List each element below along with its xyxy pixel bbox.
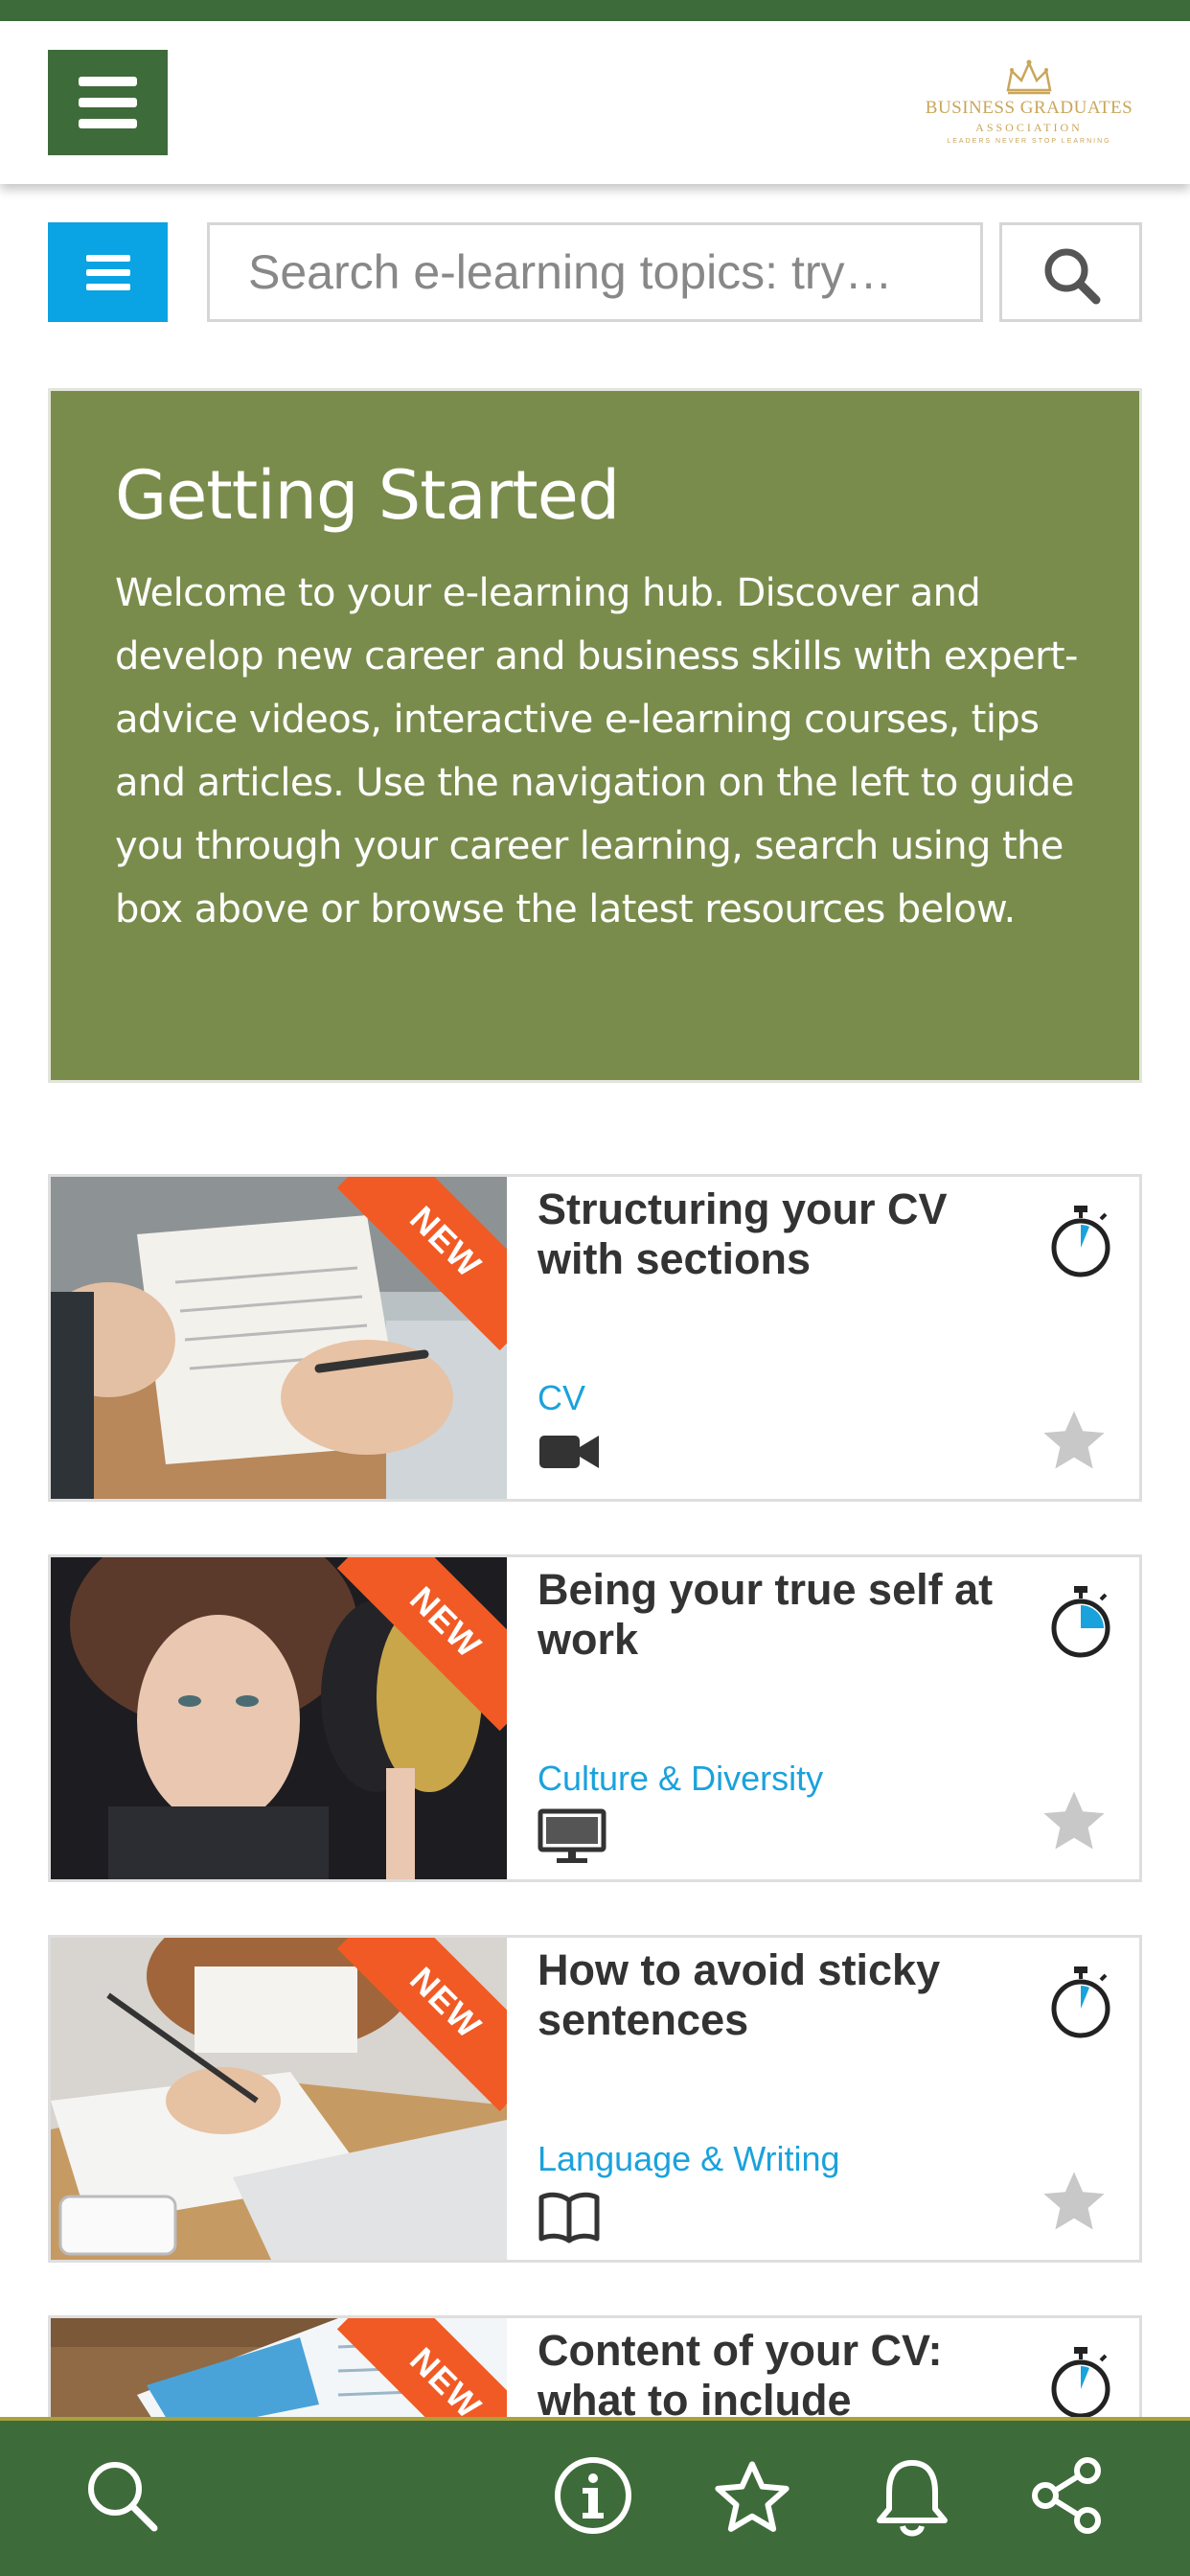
- app-header: BUSINESS GRADUATES ASSOCIATION LEADERS N…: [0, 21, 1190, 184]
- card-thumbnail: NEW: [51, 1177, 507, 1499]
- status-strip: [0, 0, 1190, 21]
- crown-icon: [1006, 59, 1052, 95]
- hero-title: Getting Started: [115, 456, 620, 535]
- card-thumbnail: NEW: [51, 1938, 507, 2260]
- share-icon[interactable]: [1028, 2455, 1109, 2536]
- timer-icon: [1051, 1586, 1110, 1658]
- main-menu-button[interactable]: [48, 50, 168, 155]
- search-icon[interactable]: [81, 2455, 162, 2536]
- resource-card[interactable]: NEW Structuring your CV with sections CV: [48, 1174, 1142, 1502]
- resource-card[interactable]: NEW How to avoid sticky sentences Langua…: [48, 1935, 1142, 2263]
- card-thumbnail: NEW: [51, 1557, 507, 1879]
- favorite-star-icon[interactable]: [1038, 1785, 1110, 1858]
- search-button[interactable]: [999, 222, 1142, 322]
- card-title[interactable]: Being your true self at work: [538, 1565, 1036, 1665]
- logo-text: BUSINESS GRADUATES: [925, 98, 1133, 118]
- getting-started-panel: Getting Started Welcome to your e-learni…: [48, 388, 1142, 1083]
- video-camera-icon: [539, 1436, 599, 1468]
- info-icon[interactable]: [553, 2455, 633, 2536]
- book-icon: [538, 2192, 600, 2243]
- star-icon[interactable]: [709, 2455, 795, 2542]
- card-title[interactable]: Content of your CV: what to include: [538, 2326, 1036, 2426]
- list-icon: [86, 255, 130, 262]
- timer-icon: [1051, 1966, 1110, 2038]
- timer-icon: [1051, 1206, 1110, 1277]
- timer-icon: [1051, 2347, 1110, 2419]
- favorite-star-icon[interactable]: [1038, 2166, 1110, 2239]
- bottom-navigation: [0, 2417, 1190, 2576]
- card-category-link[interactable]: Culture & Diversity: [538, 1759, 823, 1799]
- logo-tagline: LEADERS NEVER STOP LEARNING: [947, 138, 1111, 145]
- card-category-link[interactable]: CV: [538, 1378, 585, 1418]
- logo-subtext: ASSOCIATION: [975, 121, 1083, 134]
- monitor-icon: [538, 1808, 606, 1863]
- hero-description: Welcome to your e-learning hub. Discover…: [115, 571, 1078, 932]
- sidebar-toggle-button[interactable]: [48, 222, 168, 322]
- search-icon: [1044, 248, 1101, 305]
- bell-icon[interactable]: [872, 2455, 952, 2542]
- card-category-link[interactable]: Language & Writing: [538, 2139, 840, 2179]
- brand-logo[interactable]: BUSINESS GRADUATES ASSOCIATION LEADERS N…: [914, 58, 1144, 153]
- hamburger-icon: [79, 77, 137, 86]
- card-title[interactable]: Structuring your CV with sections: [538, 1184, 1036, 1284]
- card-title[interactable]: How to avoid sticky sentences: [538, 1945, 1036, 2045]
- favorite-star-icon[interactable]: [1038, 1405, 1110, 1478]
- resource-card[interactable]: NEW Being your true self at work Culture…: [48, 1554, 1142, 1882]
- search-input[interactable]: [207, 222, 983, 322]
